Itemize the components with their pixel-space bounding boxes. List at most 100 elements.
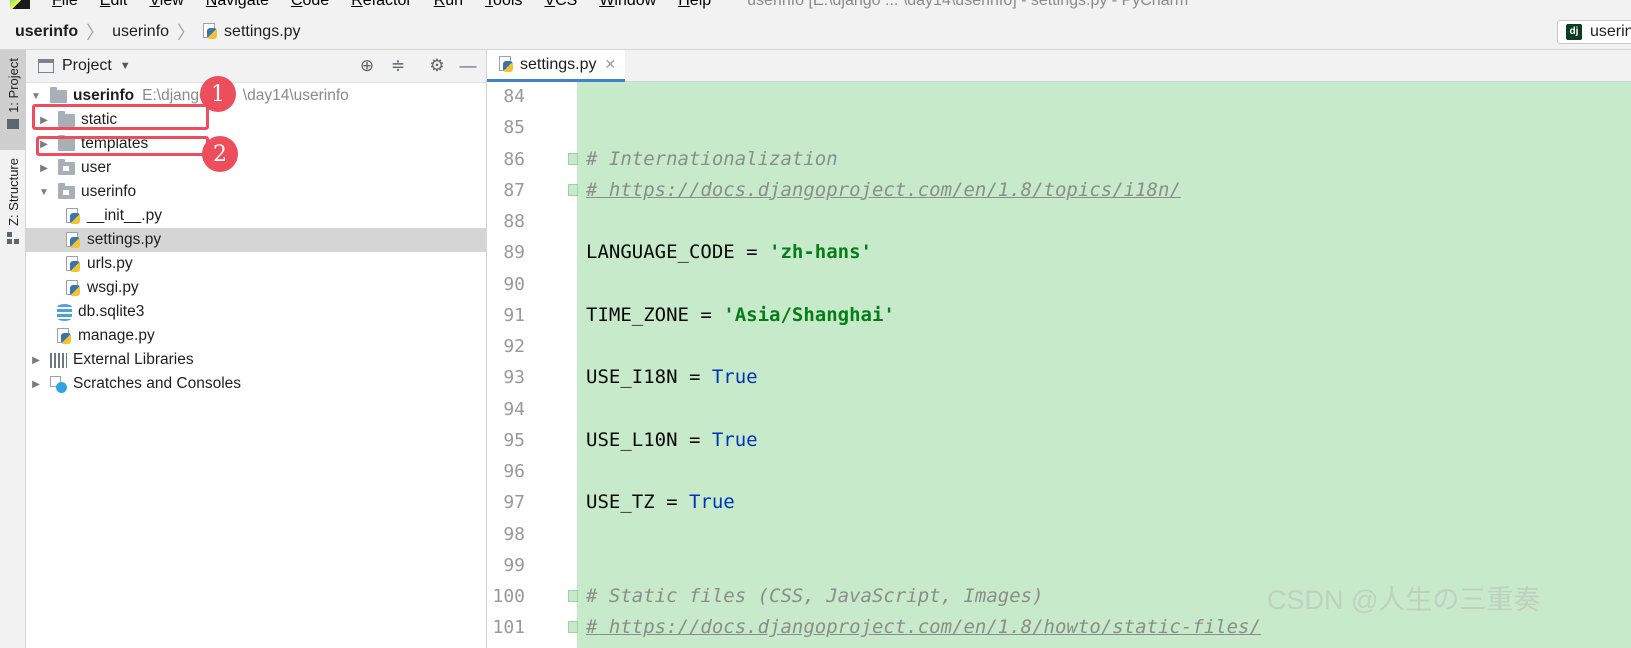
tool-tab-structure[interactable]: Z: Structure xyxy=(0,158,26,258)
line-number: 101 xyxy=(492,617,525,639)
line-number: 92 xyxy=(503,336,525,357)
menu-vcs[interactable]: VCS xyxy=(544,0,577,10)
code-line: # Internationalization xyxy=(568,144,1631,175)
tree-node-label: userinfo xyxy=(73,87,135,104)
menu-bar: File Edit View Navigate Code Refactor Ru… xyxy=(0,0,1631,14)
line-number: 100 xyxy=(492,586,525,607)
menu-help[interactable]: Help xyxy=(678,0,711,10)
expand-arrow-icon[interactable]: ▼ xyxy=(30,91,42,102)
editor-area: settings.py ✕ 84 85 86 87 88 89 90 91 92 93 94 95 96… xyxy=(487,50,1631,648)
tree-node-wsgi-py[interactable]: wsgi.py xyxy=(26,276,526,300)
locate-file-icon[interactable]: ⊕ xyxy=(357,56,377,76)
annotation-marker-1: 1 xyxy=(200,76,236,112)
tree-node-label: External Libraries xyxy=(73,351,194,368)
code-comment: # Static files (CSS, JavaScript, Images) xyxy=(586,585,1044,607)
collapse-all-icon[interactable]: ≑ xyxy=(388,56,408,76)
python-file-icon xyxy=(66,207,81,225)
expand-arrow-icon[interactable]: ▼ xyxy=(38,187,50,198)
breadcrumb-package[interactable]: userinfo xyxy=(112,23,169,41)
django-icon: dj xyxy=(1566,24,1582,40)
folder-icon xyxy=(7,118,19,129)
minimize-icon[interactable]: — xyxy=(458,56,478,76)
window-title: userinfo [E:\django ... \day14\userinfo]… xyxy=(747,0,1189,9)
tree-node-scratches[interactable]: ▶ Scratches and Consoles xyxy=(26,372,490,396)
run-configuration-selector[interactable]: dj userin xyxy=(1557,20,1631,44)
chevron-down-icon[interactable]: ▼ xyxy=(120,60,131,72)
code-editor[interactable]: # Internationalization # https://docs.dja… xyxy=(568,82,1631,648)
gear-icon[interactable]: ⚙ xyxy=(427,56,447,76)
highlight-box-static xyxy=(32,104,209,130)
fold-marker-icon[interactable] xyxy=(568,152,578,165)
collapse-arrow-icon[interactable]: ▶ xyxy=(38,163,50,174)
structure-icon xyxy=(7,231,19,244)
annotation-marker-2: 2 xyxy=(202,136,238,172)
project-path: E:\djangc xyxy=(142,87,207,104)
code-keyword: True xyxy=(711,366,758,389)
breadcrumb-project[interactable]: userinfo xyxy=(15,23,78,41)
line-number: 95 xyxy=(503,429,525,451)
python-file-icon xyxy=(499,56,514,73)
tree-node-external-libraries[interactable]: ▶ External Libraries xyxy=(26,348,490,372)
code-comment: # Internationalization xyxy=(586,147,838,170)
code-string: 'zh-hans' xyxy=(769,241,872,264)
scratches-icon xyxy=(50,375,67,393)
python-file-icon xyxy=(203,23,218,40)
fold-marker-icon[interactable] xyxy=(568,183,578,196)
watermark: CSDN @人生の三重奏 xyxy=(1267,585,1541,615)
menu-edit[interactable]: Edit xyxy=(100,0,128,10)
run-configuration-label: userin xyxy=(1590,23,1631,40)
menu-file[interactable]: File xyxy=(52,0,78,10)
editor-tab-bar: settings.py ✕ xyxy=(487,50,1631,82)
code-line: USE_TZ = True xyxy=(577,487,1631,518)
fold-marker-icon[interactable] xyxy=(568,621,578,634)
breadcrumb-file[interactable]: settings.py xyxy=(203,22,301,41)
line-number: 97 xyxy=(503,492,525,514)
menu-code[interactable]: Code xyxy=(291,0,329,10)
fold-marker-icon[interactable] xyxy=(568,590,578,602)
tree-node-urls-py[interactable]: urls.py xyxy=(26,252,526,276)
tree-node-init-py[interactable]: __init__.py xyxy=(26,204,526,228)
menu-refactor[interactable]: Refactor xyxy=(351,0,411,10)
project-view-selector[interactable]: Project xyxy=(62,57,112,75)
menu-tools[interactable]: Tools xyxy=(485,0,522,10)
code-keyword: True xyxy=(711,428,758,451)
project-path-tail: \day14\userinfo xyxy=(242,87,349,104)
tree-node-label: __init__.py xyxy=(87,207,162,224)
code-line: USE_I18N = True xyxy=(577,362,1631,393)
python-file-icon xyxy=(66,231,81,249)
line-number: 96 xyxy=(503,461,525,482)
line-number-gutter: 84 85 86 87 88 89 90 91 92 93 94 95 96 97 98 99 100 101 xyxy=(487,82,577,648)
menu-window[interactable]: Window xyxy=(599,0,656,10)
tool-tab-project[interactable]: 1: Project xyxy=(0,50,26,150)
line-number: 85 xyxy=(503,117,525,139)
menu-view[interactable]: View xyxy=(149,0,183,10)
code-comment-link: # https://docs.djangoproject.com/en/1.8/… xyxy=(586,178,1181,201)
tab-settings-py[interactable]: settings.py ✕ xyxy=(487,50,625,82)
collapse-arrow-icon[interactable]: ▶ xyxy=(30,355,42,366)
tree-node-user[interactable]: ▶ user xyxy=(26,156,498,180)
tree-node-label: Scratches and Consoles xyxy=(73,375,242,392)
project-panel-header: Project ▼ ⊕ ≑ ⚙ — xyxy=(26,50,486,83)
breadcrumb-separator-icon: 〉 xyxy=(86,22,105,43)
code-text: TIME_ZONE = xyxy=(586,303,724,326)
pycharm-logo-icon xyxy=(10,0,30,9)
package-folder-icon xyxy=(58,182,75,199)
breadcrumb-file-label: settings.py xyxy=(224,22,301,40)
tree-node-label: settings.py xyxy=(87,231,162,248)
tree-node-userinfo-package[interactable]: ▼ userinfo xyxy=(26,180,498,204)
close-icon[interactable]: ✕ xyxy=(604,56,616,73)
tree-node-db-sqlite3[interactable]: db.sqlite3 xyxy=(26,300,517,324)
collapse-arrow-icon[interactable]: ▶ xyxy=(30,379,42,390)
highlight-box-templates xyxy=(36,136,209,156)
line-number: 93 xyxy=(503,367,525,389)
tree-node-label: userinfo xyxy=(81,183,137,200)
tree-node-label: user xyxy=(81,159,112,176)
tool-tab-project-label: 1: Project xyxy=(5,58,21,113)
tree-node-settings-py[interactable]: settings.py xyxy=(26,228,526,252)
tree-node-manage-py[interactable]: manage.py xyxy=(26,324,517,348)
menu-run[interactable]: Run xyxy=(434,0,463,10)
menu-navigate[interactable]: Navigate xyxy=(206,0,269,10)
